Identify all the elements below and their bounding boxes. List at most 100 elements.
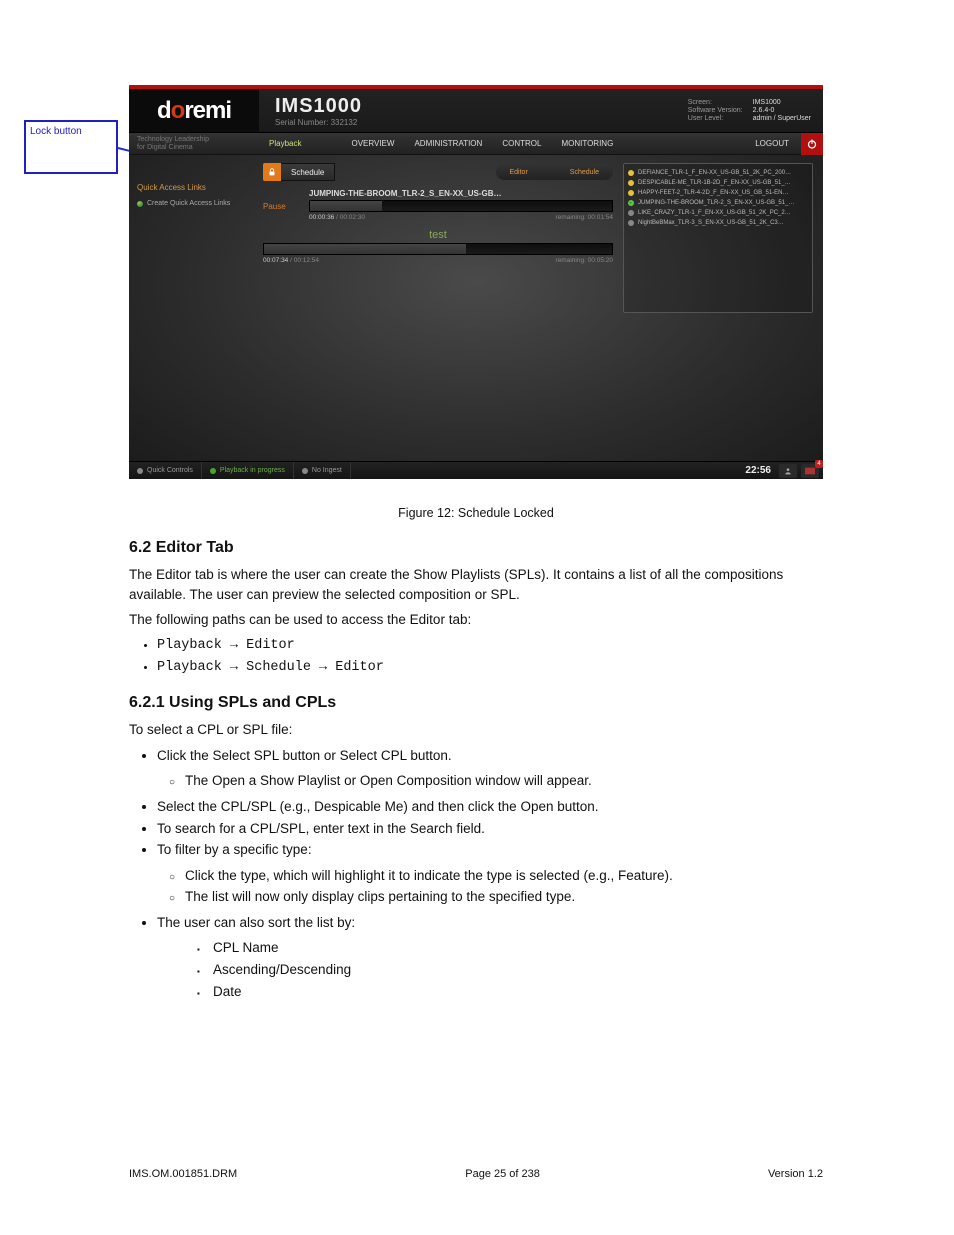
document-body: Figure 12: Schedule Locked 6.2 Editor Ta… — [129, 498, 823, 1007]
logo-o: o — [171, 97, 185, 125]
nav-row: Technology Leadership for Digital Cinema… — [129, 133, 823, 155]
app-screenshot: doremi IMS1000 Serial Number: 332132 Scr… — [129, 85, 823, 479]
current-clip-title: JUMPING-THE-BROOM_TLR-2_S_EN-XX_US-GB… — [309, 189, 613, 198]
paragraph: The following paths can be used to acces… — [129, 610, 823, 630]
heading-using-spl-cpl: 6.2.1 Using SPLs and CPLs — [129, 691, 823, 714]
logo-remi: remi — [184, 97, 231, 125]
callout-lock-button: Lock button — [24, 120, 118, 174]
page-footer: IMS.OM.001851.DRM Page 25 of 238 Version… — [129, 1168, 823, 1180]
dot-icon — [210, 468, 216, 474]
playlist-item-label: LIKE_CRAZY_TLR-1_F_EN-XX_US-GB_51_2K_PC_… — [638, 210, 791, 216]
pause-label[interactable]: Pause — [263, 202, 301, 211]
list-item: The Open a Show Playlist or Open Composi… — [185, 771, 823, 791]
list-item: To filter by a specific type: — [157, 840, 823, 860]
meta-screen-value: IMS1000 — [753, 99, 811, 106]
lock-icon — [267, 167, 277, 177]
nav-playback[interactable]: Playback — [259, 133, 311, 154]
tagline-1: Technology Leadership — [137, 136, 259, 144]
clip-progress-fill — [310, 201, 382, 211]
status-dot-icon — [628, 170, 634, 176]
toggle-schedule[interactable]: Schedule — [556, 164, 613, 180]
qal-heading: Quick Access Links — [137, 183, 251, 192]
playlist-item[interactable]: NightBeBMax_TLR-3_S_EN-XX_US-GB_51_2K_C3… — [628, 218, 808, 228]
lock-button[interactable] — [263, 163, 281, 181]
status-dot-icon — [628, 200, 634, 206]
playlist-item-label: NightBeBMax_TLR-3_S_EN-XX_US-GB_51_2K_C3… — [638, 220, 784, 226]
spl-name: test — [263, 229, 613, 241]
tagline-2: for Digital Cinema — [137, 144, 259, 152]
playlist-item[interactable]: DESPICABLE-ME_TLR-1B-2D_F_EN-XX_US-GB_51… — [628, 178, 808, 188]
meta-ul-label: User Level: — [688, 115, 743, 122]
status-bar: Quick Controls Playback in progress No I… — [129, 461, 823, 479]
playlist-item-label: HAPPY-FEET-2_TLR-4-2D_F_EN-XX_US_GB_51-E… — [638, 190, 789, 196]
qal-create-link[interactable]: Create Quick Access Links — [137, 200, 251, 207]
tab-schedule[interactable]: Schedule — [281, 163, 335, 181]
status-dot-icon — [628, 190, 634, 196]
notifications-icon[interactable]: 4 — [801, 464, 819, 478]
person-icon — [784, 467, 792, 475]
list-item: Playback → Schedule → Editor — [157, 658, 823, 678]
serial-number: Serial Number: 332132 — [275, 118, 688, 127]
dot-icon — [137, 468, 143, 474]
list-item: CPL Name — [213, 938, 823, 958]
ingest-status: No Ingest — [294, 462, 351, 479]
nav-overview[interactable]: OVERVIEW — [341, 133, 404, 154]
clock: 22:56 — [737, 465, 779, 476]
logo: doremi — [129, 89, 259, 132]
flag-icon — [805, 467, 815, 475]
nav-administration[interactable]: ADMINISTRATION — [404, 133, 492, 154]
playlist-item[interactable]: DEFIANCE_TLR-1_F_EN-XX_US-GB_51_2K_PC_20… — [628, 168, 808, 178]
notification-badge: 4 — [815, 460, 823, 468]
list-item: Click the type, which will highlight it … — [185, 866, 823, 886]
list-item: Ascending/Descending — [213, 960, 823, 980]
user-icon[interactable] — [779, 464, 797, 478]
list-item: The user can also sort the list by: — [157, 913, 823, 933]
meta-sw-value: 2.6.4-0 — [753, 107, 811, 114]
playlist-item[interactable]: HAPPY-FEET-2_TLR-4-2D_F_EN-XX_US_GB_51-E… — [628, 188, 808, 198]
product-name: IMS1000 — [275, 95, 688, 118]
playlist-item-label: DESPICABLE-ME_TLR-1B-2D_F_EN-XX_US-GB_51… — [638, 180, 791, 186]
playlist-item-label: DEFIANCE_TLR-1_F_EN-XX_US-GB_51_2K_PC_20… — [638, 170, 791, 176]
spl-progress-fill — [264, 244, 466, 254]
status-dot-icon — [628, 220, 634, 226]
power-icon — [806, 138, 818, 150]
playlist-item-label: JUMPING-THE-BROOM_TLR-2_S_EN-XX_US-GB_51… — [638, 200, 794, 206]
meta-screen-label: Screen: — [688, 99, 743, 106]
mode-toggle: Editor Schedule — [496, 164, 614, 180]
nav-monitoring[interactable]: MONITORING — [551, 133, 623, 154]
spl-time-remaining: remaining: 00:05:20 — [556, 257, 613, 264]
list-item: The list will now only display clips per… — [185, 887, 823, 907]
app-header: doremi IMS1000 Serial Number: 332132 Scr… — [129, 89, 823, 133]
playlist-item[interactable]: LIKE_CRAZY_TLR-1_F_EN-XX_US-GB_51_2K_PC_… — [628, 208, 808, 218]
paragraph: To select a CPL or SPL file: — [129, 720, 823, 740]
clip-progress[interactable] — [309, 200, 613, 212]
status-dot-icon — [628, 210, 634, 216]
footer-version: Version 1.2 — [768, 1168, 823, 1180]
dot-icon — [302, 468, 308, 474]
spl-progress[interactable] — [263, 243, 613, 255]
power-button[interactable] — [801, 133, 823, 155]
toggle-editor[interactable]: Editor — [496, 164, 542, 180]
nav-control[interactable]: CONTROL — [492, 133, 551, 154]
logout-link[interactable]: LOGOUT — [743, 139, 801, 148]
meta-sw-label: Software Version: — [688, 107, 743, 114]
paragraph: The Editor tab is where the user can cre… — [129, 565, 823, 604]
footer-page-number: Page 25 of 238 — [465, 1168, 540, 1180]
clip-time-remaining: remaining: 00:01:54 — [556, 214, 613, 221]
logo-d: d — [157, 97, 171, 125]
quick-controls-button[interactable]: Quick Controls — [129, 462, 202, 479]
header-meta: Screen:IMS1000 Software Version:2.6.4-0 … — [688, 99, 823, 122]
playback-status: Playback in progress — [202, 462, 294, 479]
callout-label: Lock button — [30, 126, 82, 137]
list-item: Playback → Editor — [157, 636, 823, 656]
sidebar: Quick Access Links Create Quick Access L… — [129, 155, 259, 461]
figure-caption: Figure 12: Schedule Locked — [129, 504, 823, 522]
main-area: Schedule Editor Schedule JUMPING-THE-BRO… — [259, 155, 823, 461]
playlist-item[interactable]: JUMPING-THE-BROOM_TLR-2_S_EN-XX_US-GB_51… — [628, 198, 808, 208]
clip-time-current: 00:00:36 / 00:02:30 — [309, 214, 365, 221]
product-block: IMS1000 Serial Number: 332132 — [259, 95, 688, 127]
spl-time-current: 00:07:34 / 00:12:54 — [263, 257, 319, 264]
playlist-panel: DEFIANCE_TLR-1_F_EN-XX_US-GB_51_2K_PC_20… — [623, 163, 813, 313]
meta-ul-value: admin / SuperUser — [753, 115, 811, 122]
footer-doc-id: IMS.OM.001851.DRM — [129, 1168, 237, 1180]
